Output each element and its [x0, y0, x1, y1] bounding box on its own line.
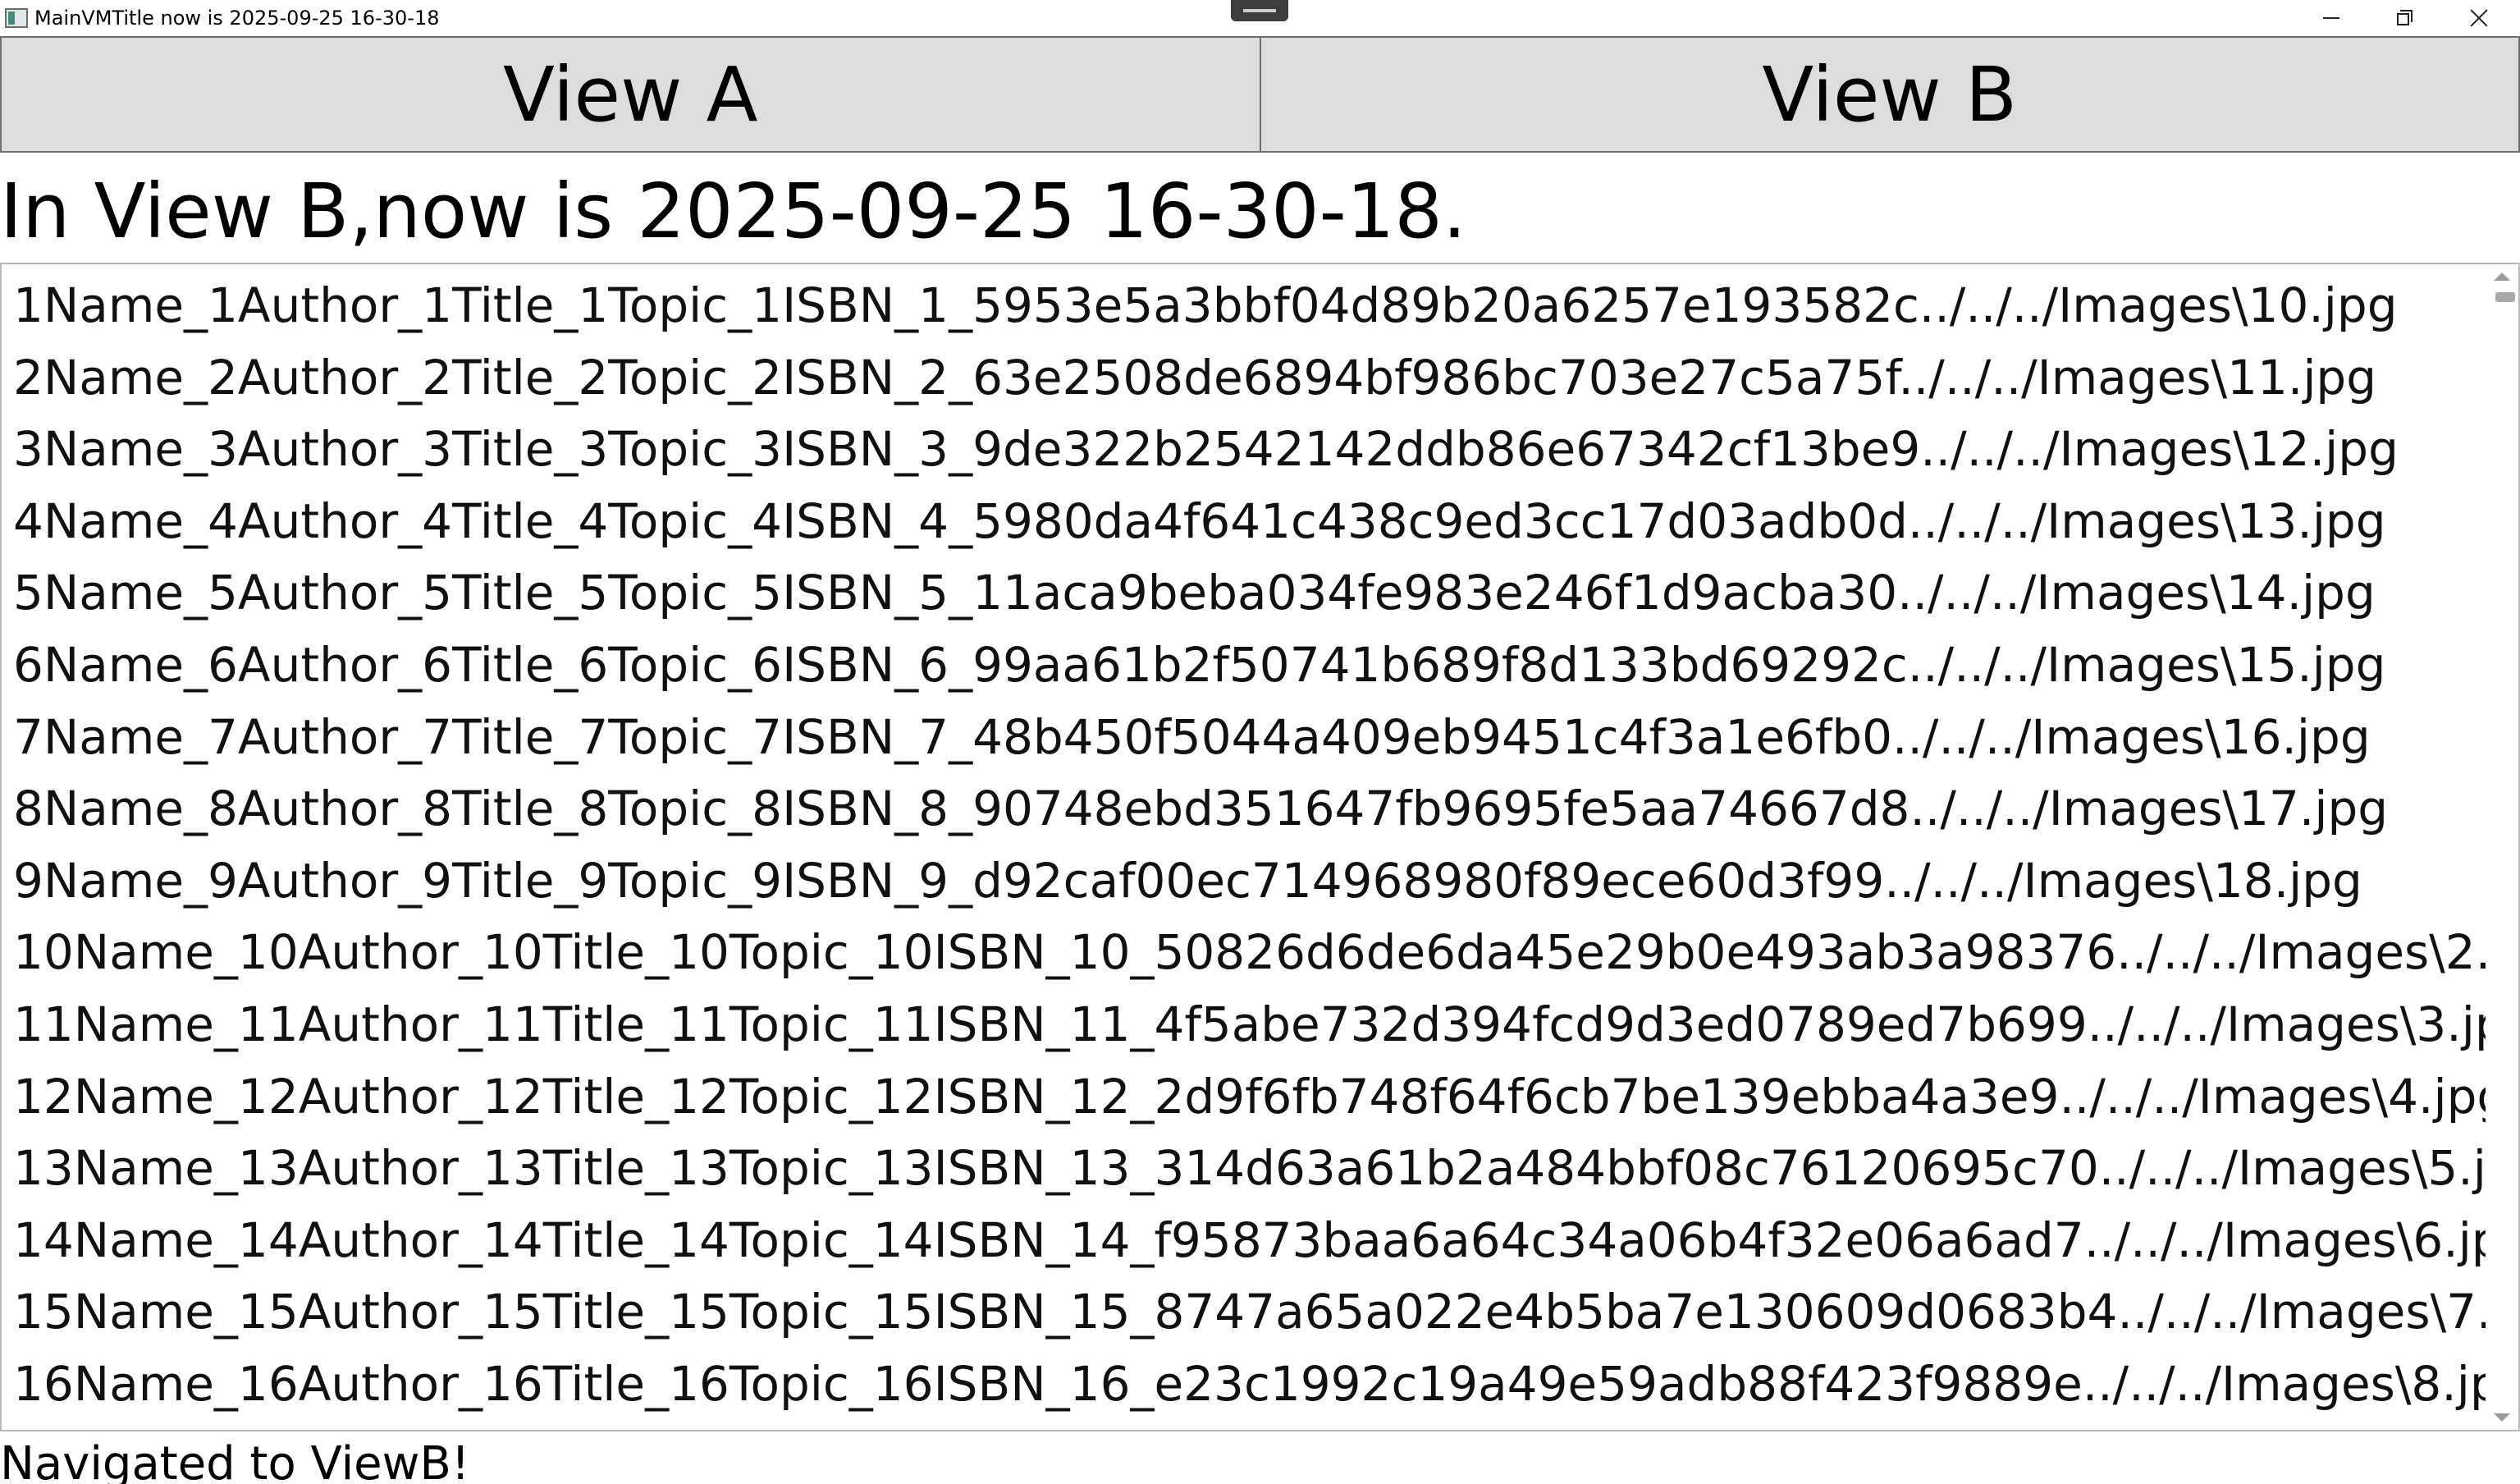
- vertical-scrollbar[interactable]: [2486, 264, 2518, 1430]
- app-window-icon: [5, 8, 28, 28]
- scrollbar-thumb[interactable]: [2495, 292, 2515, 302]
- list-item[interactable]: 10Name_10Author_10Title_10Topic_10ISBN_1…: [13, 916, 2518, 988]
- book-list[interactable]: 1Name_1Author_1Title_1Topic_1ISBN_1_5953…: [0, 263, 2520, 1431]
- status-message: Navigated to ViewB!: [0, 1437, 470, 1484]
- list-item[interactable]: 11Name_11Author_11Title_11Topic_11ISBN_1…: [13, 988, 2518, 1060]
- view-a-button[interactable]: View A: [0, 36, 1261, 153]
- restore-icon: [2397, 10, 2413, 26]
- close-icon: [2470, 9, 2488, 27]
- list-item[interactable]: 14Name_14Author_14Title_14Topic_14ISBN_1…: [13, 1204, 2518, 1276]
- view-navigation: View A View B: [0, 36, 2520, 153]
- list-item[interactable]: 12Name_12Author_12Title_12Topic_12ISBN_1…: [13, 1060, 2507, 1133]
- restore-button[interactable]: [2368, 0, 2442, 36]
- window-title: MainVMTitle now is 2025-09-25 16-30-18: [34, 7, 440, 30]
- minimize-button[interactable]: [2294, 0, 2368, 36]
- snap-grip-handle[interactable]: [1231, 0, 1288, 21]
- list-item[interactable]: 13Name_13Author_13Title_13Topic_13ISBN_1…: [13, 1132, 2518, 1204]
- list-item[interactable]: 8Name_8Author_8Title_8Topic_8ISBN_8_9074…: [13, 772, 2388, 845]
- list-item[interactable]: 1Name_1Author_1Title_1Topic_1ISBN_1_5953…: [13, 269, 2398, 341]
- list-item[interactable]: 15Name_15Author_15Title_15Topic_15ISBN_1…: [13, 1276, 2518, 1348]
- minimize-icon: [2323, 17, 2339, 19]
- list-item[interactable]: 4Name_4Author_4Title_4Topic_4ISBN_4_5980…: [13, 485, 2386, 557]
- list-item[interactable]: 2Name_2Author_2Title_2Topic_2ISBN_2_63e2…: [13, 341, 2376, 414]
- app-window: MainVMTitle now is 2025-09-25 16-30-18 V…: [0, 0, 2520, 1484]
- close-button[interactable]: [2442, 0, 2516, 36]
- scroll-down-icon[interactable]: [2494, 1413, 2510, 1422]
- list-item[interactable]: 3Name_3Author_3Title_3Topic_3ISBN_3_9de3…: [13, 413, 2399, 485]
- title-bar[interactable]: MainVMTitle now is 2025-09-25 16-30-18: [0, 0, 2520, 37]
- view-heading: In View B,now is 2025-09-25 16-30-18.: [0, 167, 1467, 255]
- list-item[interactable]: 16Name_16Author_16Title_16Topic_16ISBN_1…: [13, 1348, 2518, 1420]
- list-item[interactable]: 6Name_6Author_6Title_6Topic_6ISBN_6_99aa…: [13, 629, 2385, 701]
- list-item[interactable]: 9Name_9Author_9Title_9Topic_9ISBN_9_d92c…: [13, 845, 2362, 917]
- view-b-button[interactable]: View B: [1259, 36, 2520, 153]
- list-item[interactable]: 7Name_7Author_7Title_7Topic_7ISBN_7_48b4…: [13, 701, 2371, 773]
- scroll-up-icon[interactable]: [2494, 273, 2510, 281]
- list-item[interactable]: 5Name_5Author_5Title_5Topic_5ISBN_5_11ac…: [13, 556, 2376, 629]
